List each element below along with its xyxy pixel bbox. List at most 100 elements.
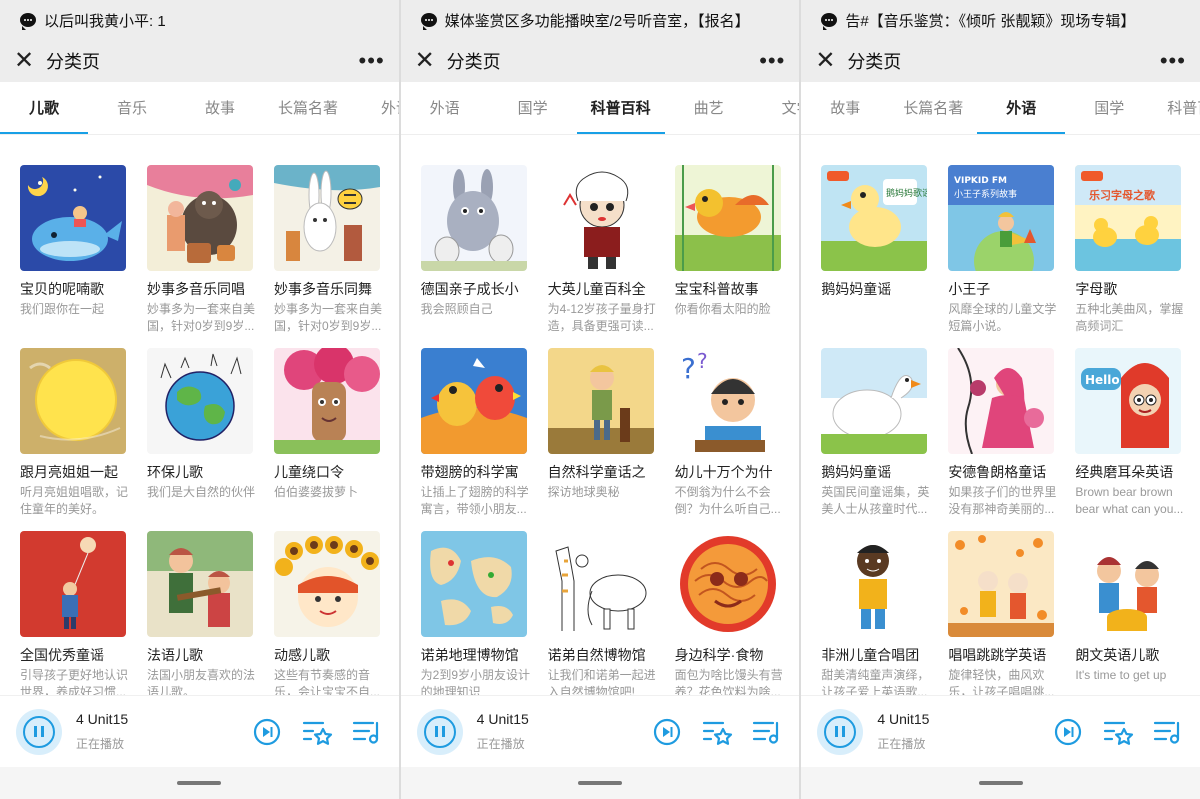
skip-next-icon[interactable]	[649, 714, 685, 750]
album-card[interactable]: 非洲儿童合唱团 甜美清纯童声演绎，让孩子爱上英语歌...	[821, 531, 933, 701]
tab-item[interactable]: 故事	[176, 82, 264, 134]
album-card[interactable]: 德国亲子成长小 我会照顾自己	[420, 165, 533, 335]
album-cover[interactable]	[420, 531, 527, 637]
more-icon[interactable]: •••	[1160, 48, 1186, 74]
album-cover[interactable]	[274, 165, 380, 271]
pause-icon[interactable]	[817, 708, 864, 755]
album-cover[interactable]	[274, 531, 380, 637]
now-playing[interactable]: 4 Unit15 正在播放	[477, 711, 650, 752]
tab-item[interactable]: 长篇名著	[264, 82, 352, 134]
album-card[interactable]: ?? 幼儿十万个为什 不倒翁为什么不会倒？为什么听自己...	[674, 348, 787, 518]
tab-item[interactable]: 故事	[801, 82, 889, 134]
album-card[interactable]: 全国优秀童谣 引导孩子更好地认识世界，养成好习惯...	[20, 531, 132, 701]
now-playing[interactable]: 4 Unit15 正在播放	[76, 711, 249, 752]
album-card[interactable]: VIPKID FM 小王子系列故事 小王子 风靡全球的儿童文学短篇小说。	[948, 165, 1060, 335]
album-cover[interactable]	[674, 165, 781, 271]
gesture-bar	[400, 767, 800, 799]
album-cover[interactable]	[20, 531, 126, 637]
album-cover[interactable]	[547, 165, 654, 271]
album-cover[interactable]	[1075, 531, 1182, 637]
tab-item[interactable]: 外语	[401, 82, 489, 134]
tab-item[interactable]: 文学	[753, 82, 800, 134]
album-card[interactable]: 跟月亮姐姐一起 听月亮姐姐唱歌，记住童年的美好。	[20, 348, 132, 518]
album-card[interactable]: 法语儿歌 法国小朋友喜欢的法语儿歌。	[147, 531, 259, 701]
album-card[interactable]: 鹅妈妈歌谣 鹅妈妈童谣	[821, 165, 933, 335]
pause-icon[interactable]	[416, 708, 463, 755]
more-icon[interactable]: •••	[759, 48, 785, 74]
album-cover[interactable]	[821, 531, 928, 637]
notification-bar[interactable]: 告#【音乐鉴赏：《倾听 张靓颖》现场专辑】	[801, 0, 1200, 40]
album-cover[interactable]	[674, 531, 781, 637]
tab-item[interactable]: 音乐	[88, 82, 176, 134]
album-cover[interactable]: 鹅妈妈歌谣	[821, 165, 928, 271]
album-cover[interactable]: Hello	[1075, 348, 1182, 454]
album-card[interactable]: 儿童绕口令 伯伯婆婆拔萝卜	[274, 348, 386, 518]
album-cover[interactable]	[420, 348, 527, 454]
tab-item[interactable]: 外语	[977, 82, 1066, 134]
album-cover[interactable]	[147, 165, 253, 271]
home-indicator[interactable]	[978, 781, 1023, 785]
album-cover[interactable]	[147, 531, 253, 637]
album-description: 探访地球奥秘	[547, 485, 620, 499]
album-card[interactable]: 环保儿歌 我们是大自然的伙伴	[147, 348, 259, 518]
close-icon[interactable]: ✕	[14, 49, 40, 73]
tab-item[interactable]: 长篇名著	[889, 82, 977, 134]
tab-item[interactable]: 国学	[1065, 82, 1153, 134]
notification-bar[interactable]: 以后叫我黄小平: 1	[0, 0, 399, 40]
album-card[interactable]: 身边科学·食物 面包为啥比馒头有营养？花色饮料为啥...	[674, 531, 787, 701]
album-cover[interactable]	[821, 348, 928, 454]
album-card[interactable]: 妙事多音乐同唱 妙事多为一套来自美国，针对0岁到9岁...	[147, 165, 259, 335]
tab-item[interactable]: 儿歌	[0, 82, 88, 134]
album-cover[interactable]: 乐习字母之歌	[1075, 165, 1182, 271]
tab-item[interactable]: 国学	[489, 82, 577, 134]
album-card[interactable]: 鹅妈妈童谣 英国民间童谣集，英美人士从孩童时代...	[821, 348, 933, 518]
album-cover[interactable]	[20, 165, 126, 271]
home-indicator[interactable]	[577, 781, 622, 785]
album-card[interactable]: 安德鲁朗格童话 如果孩子们的世界里没有那神奇美丽的...	[948, 348, 1060, 518]
album-card[interactable]: 妙事多音乐同舞 妙事多为一套来自美国，针对0岁到9岁...	[274, 165, 386, 335]
now-playing[interactable]: 4 Unit15 正在播放	[877, 711, 1050, 752]
favorite-list-icon[interactable]	[1100, 714, 1136, 750]
playlist-icon[interactable]	[1150, 714, 1186, 750]
album-title: 朗文英语儿歌	[1075, 647, 1160, 663]
album-card[interactable]: 大英儿童百科全 为4-12岁孩子量身打造，具备更强可读...	[547, 165, 660, 335]
album-cover[interactable]	[420, 165, 527, 271]
close-icon[interactable]: ✕	[815, 49, 841, 73]
album-card[interactable]: 动感儿歌 这些有节奏感的音乐，会让宝宝不自...	[274, 531, 386, 701]
album-card[interactable]: 宝贝的呢喃歌 我们跟你在一起	[20, 165, 132, 335]
album-card[interactable]: 宝宝科普故事 你看你看太阳的脸	[674, 165, 787, 335]
svg-text:Hello: Hello	[1085, 373, 1120, 387]
more-icon[interactable]: •••	[359, 48, 385, 74]
pause-icon[interactable]	[16, 708, 62, 755]
tab-item[interactable]: 外语	[352, 82, 399, 134]
album-cover[interactable]	[147, 348, 253, 454]
album-card[interactable]: 朗文英语儿歌 It's time to get up	[1075, 531, 1187, 701]
skip-next-icon[interactable]	[249, 714, 285, 750]
album-card[interactable]: 带翅膀的科学寓 让插上了翅膀的科学寓言，带领小朋友...	[420, 348, 533, 518]
album-cover[interactable]	[274, 348, 380, 454]
tab-item[interactable]: 科普百科	[1153, 82, 1200, 134]
home-indicator[interactable]	[177, 781, 222, 785]
notification-bar[interactable]: 媒体鉴赏区多功能播映室/2号听音室，【报名】	[400, 0, 800, 40]
album-cover[interactable]: VIPKID FM 小王子系列故事	[948, 165, 1055, 271]
tab-item[interactable]: 科普百科	[576, 82, 665, 134]
playlist-icon[interactable]	[349, 714, 385, 750]
album-card[interactable]: 诺弟地理博物馆 为2到9岁小朋友设计的地理知识	[420, 531, 533, 701]
album-cover[interactable]	[948, 348, 1055, 454]
album-cover[interactable]	[948, 531, 1055, 637]
album-card[interactable]: 自然科学童话之 探访地球奥秘	[547, 348, 660, 518]
album-card[interactable]: 乐习字母之歌 字母歌 五种北美曲风，掌握高频词汇	[1075, 165, 1187, 335]
album-cover[interactable]	[20, 348, 126, 454]
close-icon[interactable]: ✕	[415, 49, 441, 73]
album-card[interactable]: 唱唱跳跳学英语 旋律轻快，曲风欢乐，让孩子唱唱跳...	[948, 531, 1060, 701]
album-cover[interactable]: ??	[674, 348, 781, 454]
album-cover[interactable]	[547, 348, 654, 454]
favorite-list-icon[interactable]	[299, 714, 335, 750]
tab-item[interactable]: 曲艺	[665, 82, 753, 134]
favorite-list-icon[interactable]	[699, 714, 735, 750]
playlist-icon[interactable]	[749, 714, 785, 750]
album-card[interactable]: Hello 经典磨耳朵英语 Brown bear brown bear what…	[1075, 348, 1187, 518]
skip-next-icon[interactable]	[1050, 714, 1086, 750]
album-cover[interactable]	[547, 531, 654, 637]
album-card[interactable]: 诺弟自然博物馆 让我们和诺弟一起进入自然博物馆吧!	[547, 531, 660, 701]
